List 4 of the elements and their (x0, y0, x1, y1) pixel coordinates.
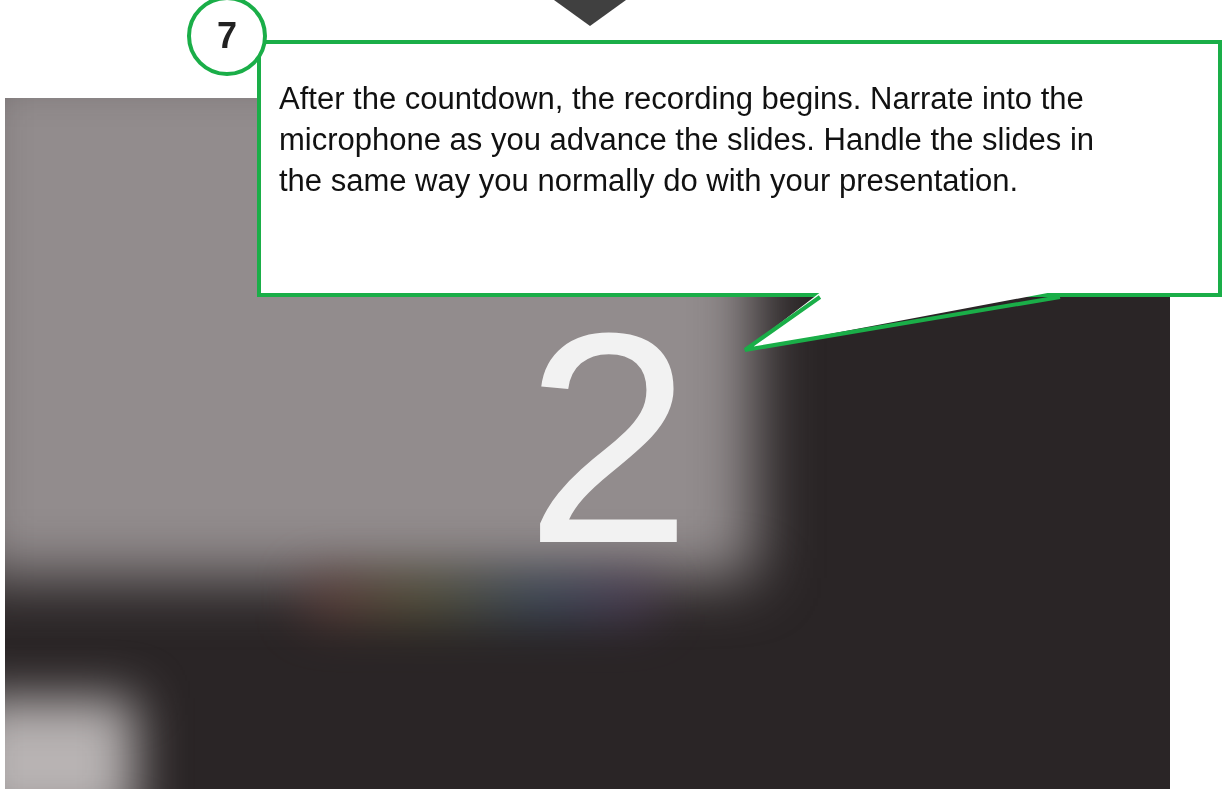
down-arrow-icon (554, 0, 626, 26)
countdown-number: 2 (525, 288, 692, 588)
step-number-badge: 7 (187, 0, 267, 76)
callout-text: After the countdown, the recording begins. Narrate into the microphone as you advance the slides. Handle the slides in the same way you normally do with your presentation. (279, 80, 1096, 200)
